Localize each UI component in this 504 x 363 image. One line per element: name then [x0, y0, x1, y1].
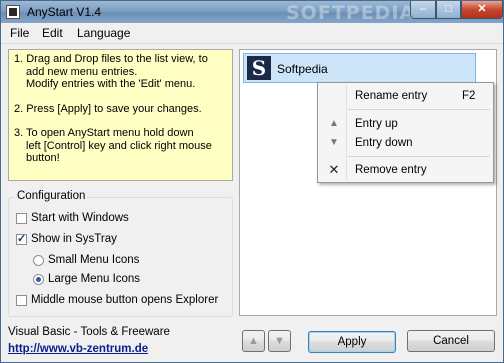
context-menu: Rename entry F2 ▲ Entry up ▼ Entry down … [317, 82, 494, 183]
help-line: add new menu entries. [26, 65, 138, 78]
move-up-button[interactable]: ▲ [242, 330, 265, 352]
rename-shortcut: F2 [462, 90, 476, 102]
show-in-systray-checkbox[interactable] [16, 232, 27, 245]
website-link[interactable]: http://www.vb-zentrum.de [8, 343, 148, 355]
app-icon [6, 5, 20, 19]
menu-file[interactable]: File [10, 26, 29, 40]
rename-label: Rename entry [355, 90, 428, 102]
help-line: left [Control] key and click right mouse [26, 139, 212, 152]
large-menu-icons-label[interactable]: Large Menu Icons [48, 273, 140, 285]
cancel-button[interactable]: Cancel [407, 330, 495, 352]
company-text: Visual Basic - Tools & Freeware [8, 326, 170, 338]
remove-entry-label: Remove entry [355, 164, 427, 176]
menu-item-entry-up[interactable]: ▲ Entry up [318, 114, 493, 134]
start-with-windows-label[interactable]: Start with Windows [31, 212, 129, 224]
menu-item-rename[interactable]: Rename entry F2 [318, 86, 493, 106]
start-with-windows-checkbox[interactable] [16, 213, 27, 224]
list-item-label: Softpedia [277, 62, 328, 76]
middle-mouse-checkbox[interactable] [16, 295, 27, 306]
menu-separator [348, 156, 490, 157]
entry-down-label: Entry down [355, 137, 413, 149]
apply-button[interactable]: Apply [308, 331, 396, 353]
help-text-panel: 1. Drag and Drop files to the list view,… [8, 49, 233, 181]
app-window: AnyStart V1.4 SOFTPEDIA – □ ✕ File Edit … [0, 0, 504, 363]
menu-item-remove[interactable]: ✕ Remove entry [318, 160, 493, 180]
help-line: 3. To open AnyStart menu hold down [14, 127, 194, 139]
maximize-button[interactable]: □ [436, 1, 461, 19]
large-menu-icons-radio[interactable] [33, 274, 44, 285]
show-in-systray-label[interactable]: Show in SysTray [31, 233, 117, 245]
help-line: 1. Drag and Drop files to the list view,… [14, 53, 208, 65]
menu-language[interactable]: Language [77, 26, 130, 40]
menu-item-entry-down[interactable]: ▼ Entry down [318, 133, 493, 153]
menu-bar: File Edit Language [1, 23, 503, 44]
help-line: button! [26, 152, 60, 164]
menu-separator [348, 109, 490, 110]
list-item[interactable]: S Softpedia [243, 53, 476, 83]
small-menu-icons-label[interactable]: Small Menu Icons [48, 254, 139, 266]
close-button[interactable]: ✕ [461, 1, 503, 19]
close-icon: ✕ [328, 162, 340, 177]
watermark: SOFTPEDIA [286, 2, 416, 24]
window-title: AnyStart V1.4 [27, 5, 102, 19]
entry-up-label: Entry up [355, 118, 398, 130]
menu-edit[interactable]: Edit [42, 26, 63, 40]
minimize-button[interactable]: – [410, 1, 436, 19]
help-line: Modify entries with the 'Edit' menu. [26, 78, 196, 90]
configuration-title: Configuration [15, 190, 88, 202]
middle-mouse-label[interactable]: Middle mouse button opens Explorer [31, 294, 218, 306]
title-bar[interactable]: AnyStart V1.4 SOFTPEDIA – □ ✕ [1, 1, 503, 24]
arrow-up-icon: ▲ [329, 118, 339, 129]
small-menu-icons-radio[interactable] [33, 255, 44, 266]
arrow-down-icon: ▼ [329, 137, 339, 148]
softpedia-icon: S [247, 56, 271, 80]
help-line: 2. Press [Apply] to save your changes. [14, 102, 202, 115]
move-down-button[interactable]: ▼ [268, 330, 291, 352]
